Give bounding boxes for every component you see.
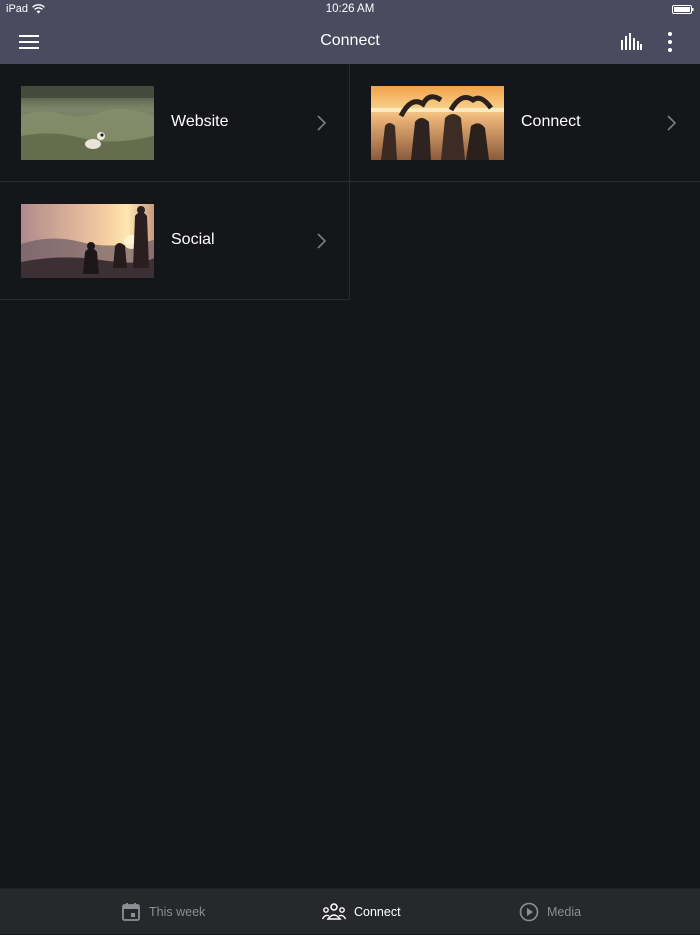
tab-this-week[interactable]: This week [121,889,205,935]
tab-connect[interactable]: Connect [322,889,401,935]
battery-icon [672,5,694,14]
group-people-icon [322,903,346,920]
page-title: Connect [320,32,380,49]
tab-label: Connect [354,905,401,919]
status-time: 10:26 AM [325,3,375,15]
chevron-right-icon [317,233,327,249]
play-circle-icon [519,902,539,922]
nav-bar: Connect [0,20,700,64]
item-label: Connect [521,113,581,130]
bar-chart-icon[interactable] [618,32,644,52]
calendar-icon [122,903,140,921]
tab-media[interactable]: Media [519,889,581,935]
chevron-right-icon [667,115,677,131]
vertical-dots-icon[interactable] [660,30,680,54]
status-bar: iPad 10:26 AM [0,0,700,20]
list-item-connect[interactable]: Connect [350,64,700,182]
dog-in-field-photo [21,86,154,160]
people-on-mountain-sunset-photo [21,204,154,278]
tab-bar: This week Connect Media [0,888,700,934]
heart-hands-sunset-photo [371,86,504,160]
list-item-social[interactable]: Social [0,182,350,300]
list-item-website[interactable]: Website [0,64,350,182]
item-label: Social [171,231,215,248]
item-label: Website [171,113,229,130]
tab-label: This week [149,905,206,919]
tab-label: Media [547,905,582,919]
chevron-right-icon [317,115,327,131]
